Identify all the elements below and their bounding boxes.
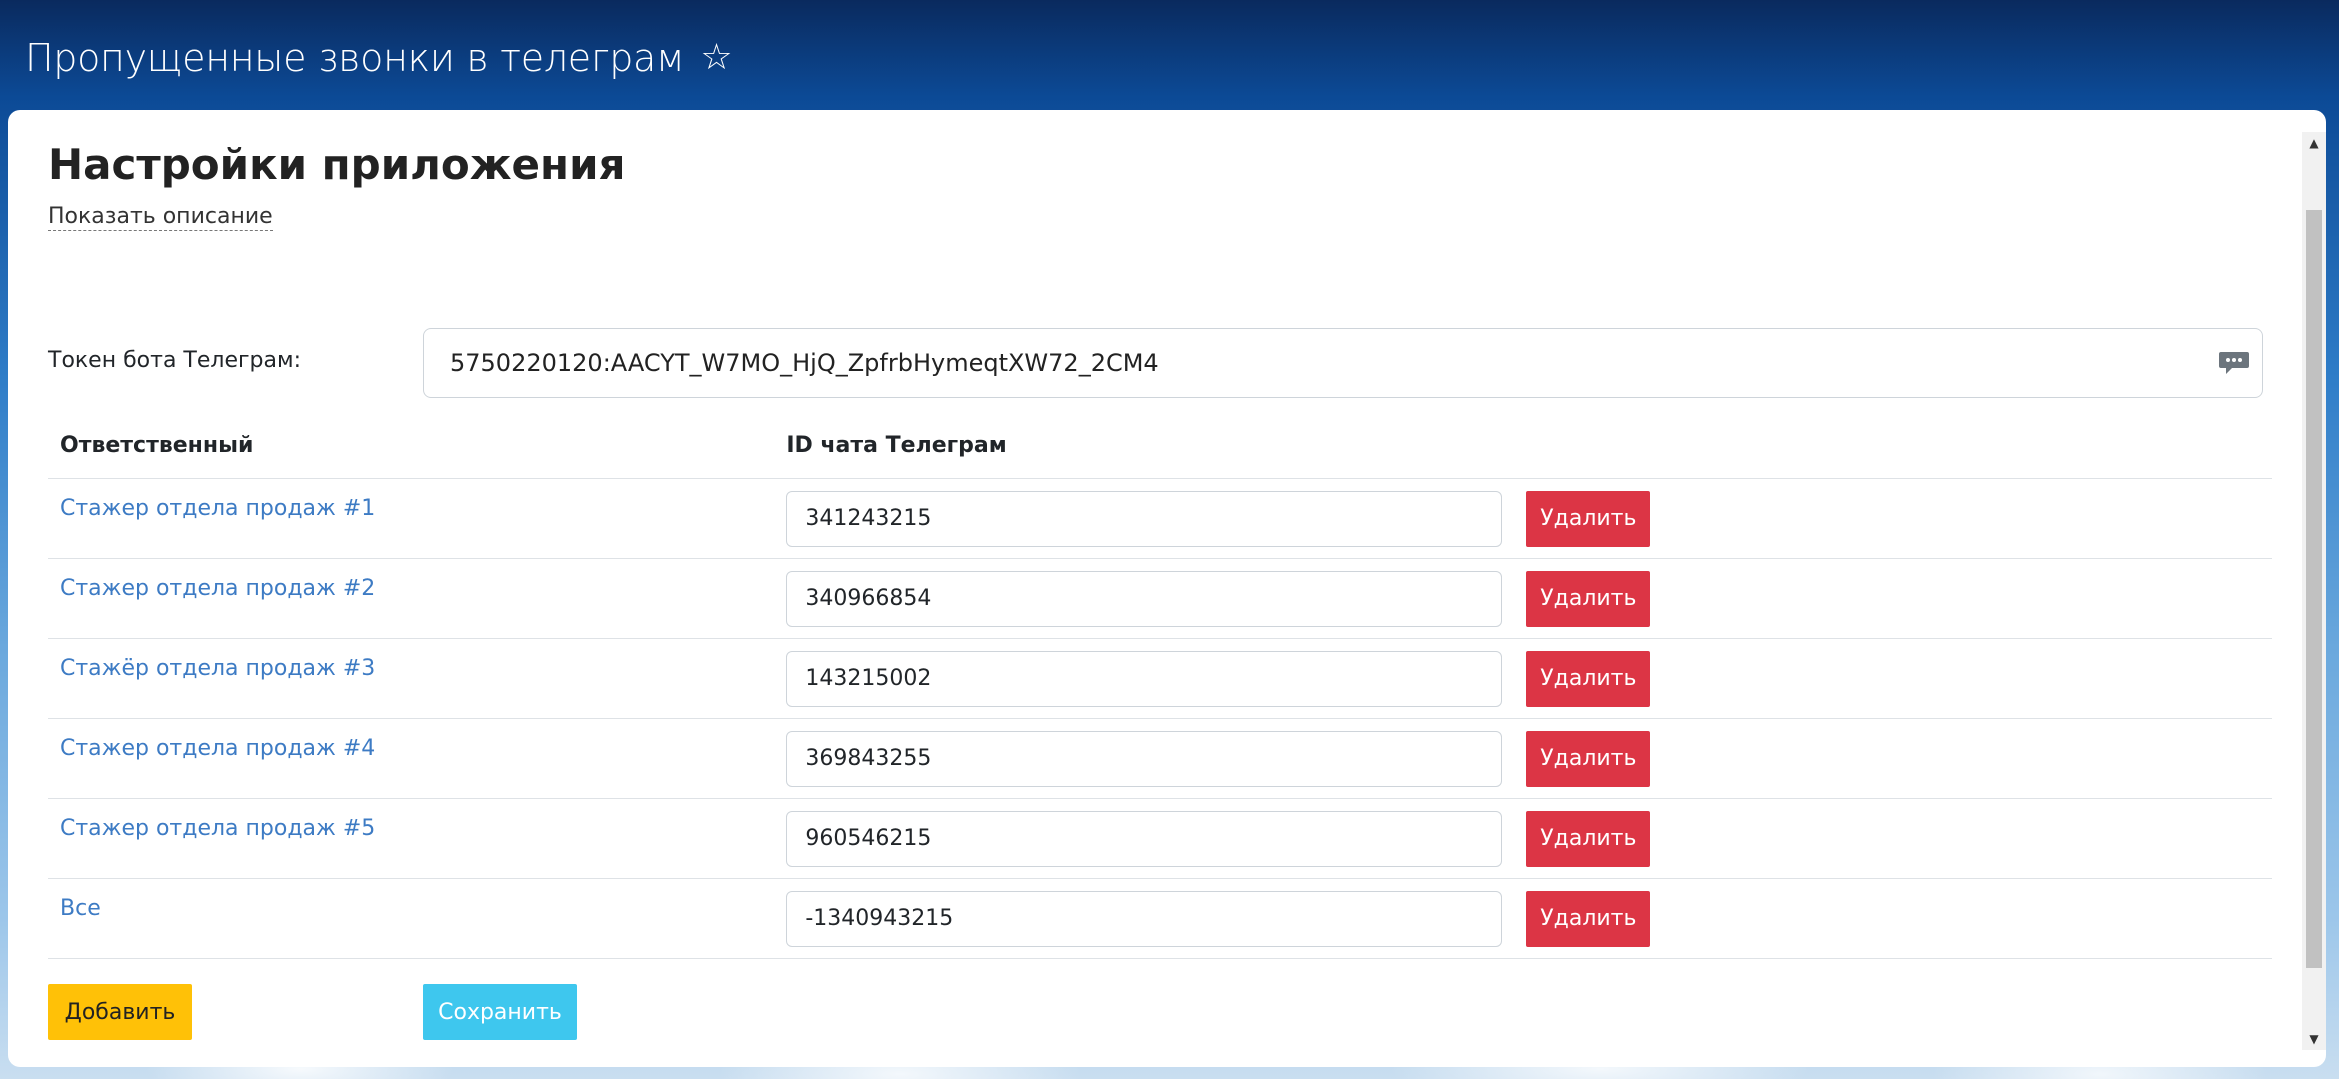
table-row: Все Удалить: [48, 878, 2272, 959]
delete-button[interactable]: Удалить: [1526, 730, 1651, 787]
user-link[interactable]: Стажер отдела продаж #5: [60, 816, 375, 841]
delete-button[interactable]: Удалить: [1526, 890, 1651, 947]
chat-id-input[interactable]: [786, 890, 1503, 947]
delete-button[interactable]: Удалить: [1526, 650, 1651, 707]
token-input[interactable]: [423, 328, 2263, 398]
responsible-table: Ответственный ID чата Телеграм Стажер от…: [48, 412, 2272, 959]
token-label: Токен бота Телеграм:: [48, 348, 301, 373]
chat-id-input[interactable]: [786, 570, 1503, 627]
header-chat-id: ID чата Телеграм: [774, 412, 2272, 479]
table-row: Стажер отдела продаж #1 Удалить: [48, 478, 2272, 559]
chat-id-input[interactable]: [786, 810, 1503, 867]
user-link[interactable]: Стажер отдела продаж #1: [60, 496, 375, 521]
user-link[interactable]: Все: [60, 896, 101, 921]
user-link[interactable]: Стажёр отдела продаж #3: [60, 656, 375, 681]
save-button[interactable]: Сохранить: [423, 984, 577, 1040]
star-icon[interactable]: ☆: [700, 40, 732, 76]
scroll-down-icon[interactable]: ▼: [2302, 1028, 2326, 1050]
chat-id-input[interactable]: [786, 650, 1503, 707]
table-row: Стажер отдела продаж #2 Удалить: [48, 558, 2272, 639]
app-header: Пропущенные звонки в телеграм ☆: [25, 28, 733, 88]
user-link[interactable]: Стажер отдела продаж #2: [60, 576, 375, 601]
table-row: Стажёр отдела продаж #3 Удалить: [48, 638, 2272, 719]
chat-id-input[interactable]: [786, 490, 1503, 547]
vertical-scrollbar[interactable]: ▲ ▼: [2302, 132, 2326, 1050]
header-responsible: Ответственный: [48, 412, 775, 479]
scrollbar-thumb[interactable]: [2306, 210, 2322, 968]
settings-content: Настройки приложения Показать описание Т…: [48, 140, 2272, 1040]
table-row: Стажер отдела продаж #5 Удалить: [48, 798, 2272, 879]
app-title: Пропущенные звонки в телеграм: [25, 36, 685, 80]
comment-icon[interactable]: [2218, 350, 2250, 376]
show-description-link[interactable]: Показать описание: [48, 204, 273, 232]
table-header-row: Ответственный ID чата Телеграм: [48, 412, 2272, 479]
delete-button[interactable]: Удалить: [1526, 570, 1651, 627]
delete-button[interactable]: Удалить: [1526, 490, 1651, 547]
scroll-up-icon[interactable]: ▲: [2302, 132, 2326, 154]
chat-id-input[interactable]: [786, 730, 1503, 787]
add-button[interactable]: Добавить: [48, 984, 192, 1040]
token-row: Токен бота Телеграм:: [48, 328, 2272, 400]
delete-button[interactable]: Удалить: [1526, 810, 1651, 867]
page-title: Настройки приложения: [48, 140, 626, 189]
user-link[interactable]: Стажер отдела продаж #4: [60, 736, 375, 761]
table-row: Стажер отдела продаж #4 Удалить: [48, 718, 2272, 799]
settings-panel: Настройки приложения Показать описание Т…: [8, 110, 2326, 1067]
